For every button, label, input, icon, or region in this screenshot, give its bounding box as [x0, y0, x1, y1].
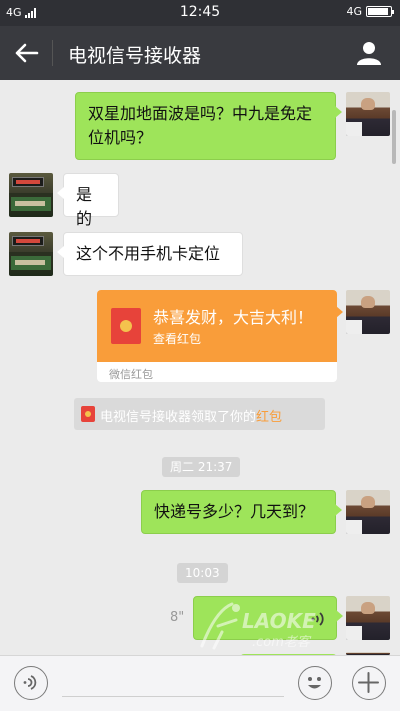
red-packet-greeting: 恭喜发财，大吉大利！	[153, 308, 314, 327]
voice-input-icon[interactable]	[14, 666, 48, 700]
red-packet-message[interactable]: 恭喜发财，大吉大利！ 查看红包 微信红包	[97, 290, 337, 382]
chat-messages[interactable]: 双星加地面波是吗？中九是免定位机吗？ 是的 这个不用手机卡定位 恭喜发财，大吉大…	[0, 80, 400, 655]
voice-wave-icon	[311, 612, 324, 626]
message-bubble-sent[interactable]: 双星加地面波是吗？中九是免定位机吗？	[75, 92, 342, 160]
status-time: 12:45	[179, 4, 221, 20]
plus-icon[interactable]	[352, 666, 386, 700]
message-input[interactable]	[62, 696, 284, 697]
message-bubble-received[interactable]: 是的	[57, 173, 119, 228]
timestamp: 周二 21:37	[162, 457, 241, 477]
input-bar	[0, 655, 400, 711]
red-packet-action: 查看红包	[153, 332, 202, 346]
header-divider	[52, 40, 53, 66]
system-notice: 电视信号接收器领取了你的红包	[74, 398, 325, 430]
message-bubble-sent[interactable]: 快递号多少？几天到？	[141, 490, 342, 534]
emoji-icon[interactable]	[298, 666, 332, 700]
arrow-left-icon[interactable]	[12, 40, 40, 66]
scrollbar[interactable]	[392, 110, 396, 164]
voice-duration: 8"	[170, 610, 185, 625]
red-envelope-icon	[81, 406, 95, 422]
message-bubble-received[interactable]: 这个不用手机卡定位	[57, 232, 243, 276]
battery-icon	[366, 6, 394, 17]
my-avatar[interactable]	[346, 596, 390, 640]
red-packet-tail	[336, 306, 343, 318]
my-avatar[interactable]	[346, 490, 390, 534]
timestamp: 10:03	[177, 563, 228, 583]
notice-link[interactable]: 红包	[256, 410, 282, 425]
red-packet-footer: 微信红包	[109, 368, 153, 381]
my-avatar[interactable]	[346, 290, 390, 334]
network-type-right: 4G	[346, 5, 362, 18]
red-envelope-icon	[111, 308, 141, 344]
chat-header: 电视信号接收器	[0, 26, 400, 80]
contact-avatar[interactable]	[9, 232, 53, 276]
contact-avatar[interactable]	[9, 173, 53, 217]
red-packet-body: 恭喜发财，大吉大利！ 查看红包	[97, 290, 337, 362]
chat-title: 电视信号接收器	[68, 45, 202, 67]
status-bar: 4G 12:45 4G	[0, 0, 400, 26]
person-icon[interactable]	[356, 40, 382, 66]
notice-prefix: 电视信号接收器领取了你的	[100, 410, 257, 425]
my-avatar[interactable]	[346, 92, 390, 136]
status-right: 4G	[346, 5, 394, 18]
notice-text: 电视信号接收器领取了你的红包	[100, 406, 282, 425]
voice-message[interactable]	[193, 596, 343, 640]
